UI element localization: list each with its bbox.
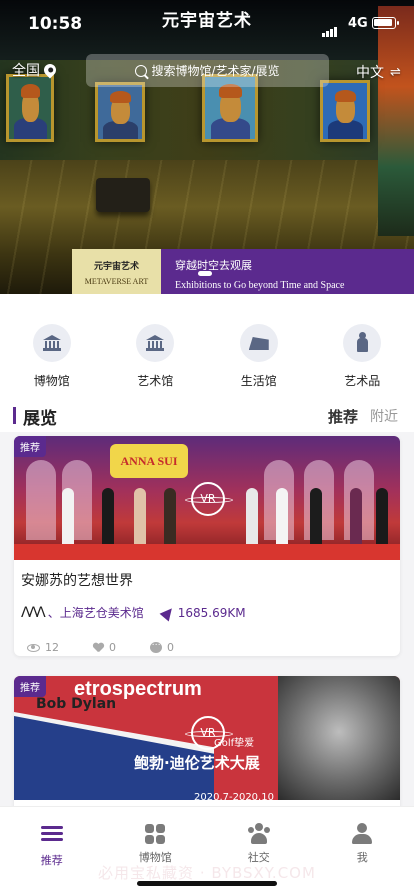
exhibition-name: 安娜苏的艺想世界 [21, 573, 133, 589]
artwork-icon [357, 332, 369, 352]
painting [95, 82, 145, 142]
navigation-arrow-icon [159, 604, 177, 621]
location-selector[interactable]: 全国 [12, 60, 59, 80]
likes-stat[interactable]: 0 [93, 641, 116, 654]
comment-icon [150, 638, 162, 653]
battery-icon [372, 17, 399, 29]
vr-icon[interactable]: VR [185, 482, 233, 516]
carousel-indicator[interactable] [198, 271, 212, 276]
recommend-badge: 推荐 [14, 676, 46, 697]
eye-icon [27, 643, 40, 652]
exhibition-meta: ΛΛΛ 、 上海艺仓美术馆 1685.69KM [21, 604, 246, 621]
recommend-badge: 推荐 [14, 436, 46, 457]
network-type: 4G [348, 16, 368, 31]
painting [320, 80, 370, 142]
watermark: 必用宝私藏资 · BYBSXY.COM [98, 864, 316, 882]
category-row: 博物馆 艺术馆 生活馆 艺术品 [0, 294, 414, 400]
home-indicator [137, 881, 277, 886]
location-pin-icon [41, 61, 59, 79]
exhibition-stats: 12 0 0 [14, 621, 400, 654]
gallery-icon [146, 335, 165, 351]
banner-brand: 元宇宙艺术 METAVERSE ART [72, 249, 161, 294]
exhibition-image[interactable]: 推荐 etrospectrum Bob Dylan Golf挚爱 鲍勃·迪伦艺术… [14, 676, 400, 800]
grid-icon [144, 823, 166, 845]
search-placeholder: 搜索博物馆/艺术家/展览 [151, 64, 280, 78]
museum-icon [42, 335, 61, 351]
vr-icon[interactable]: VR [185, 716, 233, 750]
venue-link[interactable]: 上海艺仓美术馆 [60, 604, 144, 621]
painting [6, 74, 54, 142]
profile-icon [351, 823, 373, 845]
tab-recommended[interactable]: 推荐 [328, 406, 358, 427]
language-label: 中文 [356, 65, 384, 81]
heart-icon [93, 643, 104, 653]
image-caption: 鲍勃·迪伦艺术大展 [134, 754, 260, 772]
section-accent-bar [13, 407, 16, 424]
list-icon [40, 826, 63, 848]
category-gallery[interactable]: 艺术馆 [111, 324, 199, 400]
image-subtitle: Bob Dylan [36, 696, 117, 712]
location-label: 全国 [12, 63, 40, 79]
lifestyle-icon [248, 337, 269, 350]
tab-me[interactable]: 我 [322, 823, 402, 896]
exhibition-card[interactable]: 推荐 ANNA SUI VR 安娜苏的艺想世界 ΛΛΛ 、 上海艺仓美术馆 16… [14, 436, 400, 656]
search-input[interactable]: 搜索博物馆/艺术家/展览 [86, 54, 329, 87]
carousel-dot[interactable] [198, 271, 212, 276]
category-lifestyle[interactable]: 生活馆 [215, 324, 303, 400]
exhibition-image[interactable]: 推荐 ANNA SUI VR [14, 436, 400, 560]
tab-recommend[interactable]: 推荐 [12, 823, 92, 896]
language-switch[interactable]: 中文 ⇌ [356, 62, 401, 82]
comments-stat[interactable]: 0 [150, 638, 174, 654]
signal-icon [322, 18, 338, 37]
image-date: 2020.7-2020.10 [194, 792, 274, 800]
search-icon [135, 64, 148, 77]
section-title: 展览 [23, 409, 57, 429]
tab-nearby[interactable]: 附近 [370, 406, 398, 426]
category-museum[interactable]: 博物馆 [8, 324, 96, 400]
status-bar: 10:58 元宇宙艺术 4G [0, 0, 414, 44]
venue-logo-icon: ΛΛΛ [21, 604, 46, 621]
exhibition-section-header: 展览 推荐 附近 [0, 400, 414, 432]
category-artwork[interactable]: 艺术品 [318, 324, 406, 400]
hero-banner[interactable]: 10:58 元宇宙艺术 4G 全国 搜索博物馆/艺术家/展览 中文 ⇌ 元宇宙艺… [0, 0, 414, 294]
image-sign: ANNA SUI [110, 444, 188, 478]
people-icon [247, 823, 270, 845]
distance: 1685.69KM [177, 605, 246, 620]
display-table [96, 178, 150, 212]
views-stat: 12 [27, 641, 59, 654]
artist-photo [278, 676, 400, 800]
swap-icon: ⇌ [390, 64, 401, 80]
